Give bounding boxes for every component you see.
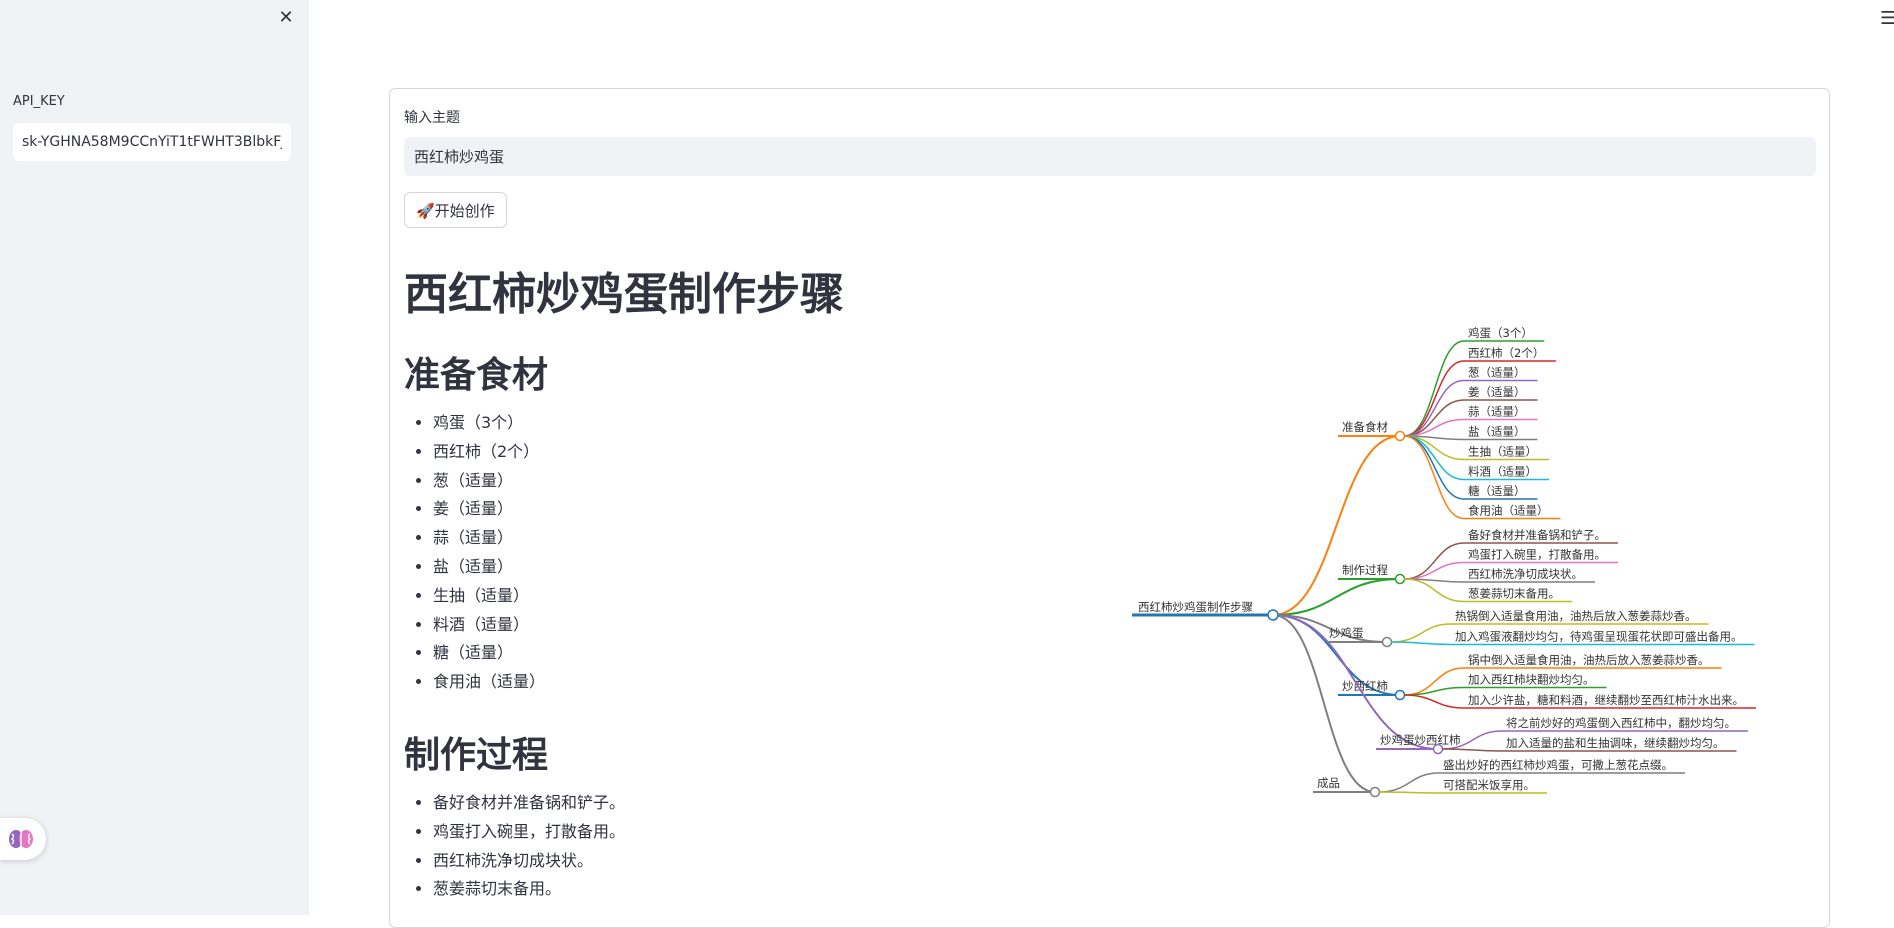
mindmap-leaf-label: 盛出炒好的西红柿炒鸡蛋，可撒上葱花点缀。 [1443,758,1673,772]
menu-icon[interactable]: ☰ [1880,8,1894,29]
process-list: 备好食材并准备锅和铲子。 鸡蛋打入碗里，打散备用。 西红柿洗净切成块状。 葱姜蒜… [404,789,625,904]
list-item: 西红柿洗净切成块状。 [433,847,625,876]
list-item: 鸡蛋（3个） [433,409,545,438]
mind-map: 西红柿炒鸡蛋制作步骤 准备食材 鸡蛋（3个） 西红柿（2个） 葱（适量） 姜（适量） 蒜（适… [1132,326,1756,798]
list-item: 食用油（适量） [433,668,545,697]
mindmap-leaf-label: 锅中倒入适量食用油，油热后放入葱姜蒜炒香。 [1468,653,1710,667]
section-heading-ingredients: 准备食材 [404,355,549,396]
list-item: 备好食材并准备锅和铲子。 [433,789,625,818]
mindmap-leaf-label: 蒜（适量） [1468,405,1526,419]
list-item: 葱姜蒜切末备用。 [433,875,625,904]
mindmap-branch-node [1394,430,1406,442]
mindmap-leaf-label: 西红柿（2个） [1468,346,1544,360]
list-item: 蒜（适量） [433,524,545,553]
mindmap-branch-link [1272,435,1401,616]
mindmap-branch-node [1432,743,1444,755]
api-key-label: API_KEY [13,94,65,109]
list-item: 西红柿（2个） [433,438,545,467]
section-heading-process: 制作过程 [404,735,549,776]
mindmap-leaf-label: 西红柿洗净切成块状。 [1468,567,1583,581]
mindmap-leaf-label: 糖（适量） [1468,484,1526,498]
mindmap-leaf-label: 盐（适量） [1468,425,1526,439]
mindmap-root-label: 西红柿炒鸡蛋制作步骤 [1138,600,1253,614]
mindmap-branch-node [1394,573,1406,585]
mindmap-leaf-label: 葱姜蒜切末备用。 [1468,587,1560,601]
mindmap-root-node [1267,609,1279,621]
article-title: 西红柿炒鸡蛋制作步骤 [404,269,844,320]
mindmap-leaf-label: 姜（适量） [1468,385,1526,399]
mindmap-leaf-label: 加入少许盐，糖和料酒，继续翻炒至西红柿汁水出来。 [1468,693,1744,707]
list-item: 鸡蛋打入碗里，打散备用。 [433,818,625,847]
brain-icon [9,830,33,848]
api-key-input[interactable] [13,123,291,161]
list-item: 葱（适量） [433,467,545,496]
list-item: 盐（适量） [433,553,545,582]
mindmap-branch-label: 准备食材 [1342,420,1388,434]
list-item: 姜（适量） [433,495,545,524]
mindmap-leaf-label: 生抽（适量） [1468,445,1537,459]
mindmap-leaf-label: 备好食材并准备锅和铲子。 [1468,528,1606,542]
start-button[interactable]: 🚀开始创作 [404,192,507,228]
mindmap-leaf-label: 热锅倒入适量食用油，油热后放入葱姜蒜炒香。 [1455,609,1697,623]
mindmap-leaf-label: 鸡蛋（3个） [1468,326,1533,340]
mindmap-branch-label: 炒鸡蛋炒西红柿 [1380,733,1461,747]
brain-badge[interactable] [0,818,46,860]
mindmap-leaf-label: 加入鸡蛋液翻炒均匀，待鸡蛋呈现蛋花状即可盛出备用。 [1455,630,1743,644]
topic-label: 输入主题 [404,110,460,126]
mindmap-leaf-label: 鸡蛋打入碗里，打散备用。 [1468,548,1606,562]
mindmap-branch-label: 炒西红柿 [1342,679,1388,693]
ingredients-list: 鸡蛋（3个） 西红柿（2个） 葱（适量） 姜（适量） 蒜（适量） 盐（适量） 生… [404,409,545,697]
mindmap-leaf-label: 加入西红柿块翻炒均匀。 [1468,673,1595,687]
mindmap-branch-node [1394,689,1406,701]
mindmap-branch-label: 炒鸡蛋 [1329,626,1364,640]
mindmap-leaf-label: 料酒（适量） [1468,465,1537,479]
mindmap-branch-label: 成品 [1317,776,1340,790]
mindmap-leaf-label: 可搭配米饭享用。 [1443,778,1535,792]
mindmap-leaf-label: 葱（适量） [1468,366,1526,380]
mindmap-leaf-label: 加入适量的盐和生抽调味，继续翻炒均匀。 [1506,736,1725,750]
mindmap-branch-label: 制作过程 [1342,563,1388,577]
topic-input[interactable] [404,137,1816,176]
close-icon[interactable]: ✕ [276,8,296,28]
list-item: 料酒（适量） [433,611,545,640]
list-item: 糖（适量） [433,639,545,668]
mindmap-branch-node [1381,636,1393,648]
mindmap-leaf-label: 食用油（适量） [1468,504,1549,518]
mindmap-branch-node [1369,786,1381,798]
sidebar: ✕ API_KEY [0,0,309,915]
mindmap-leaf-label: 将之前炒好的鸡蛋倒入西红柿中，翻炒均匀。 [1506,716,1736,730]
mindmap-leaf-link [1378,791,1547,794]
list-item: 生抽（适量） [433,582,545,611]
